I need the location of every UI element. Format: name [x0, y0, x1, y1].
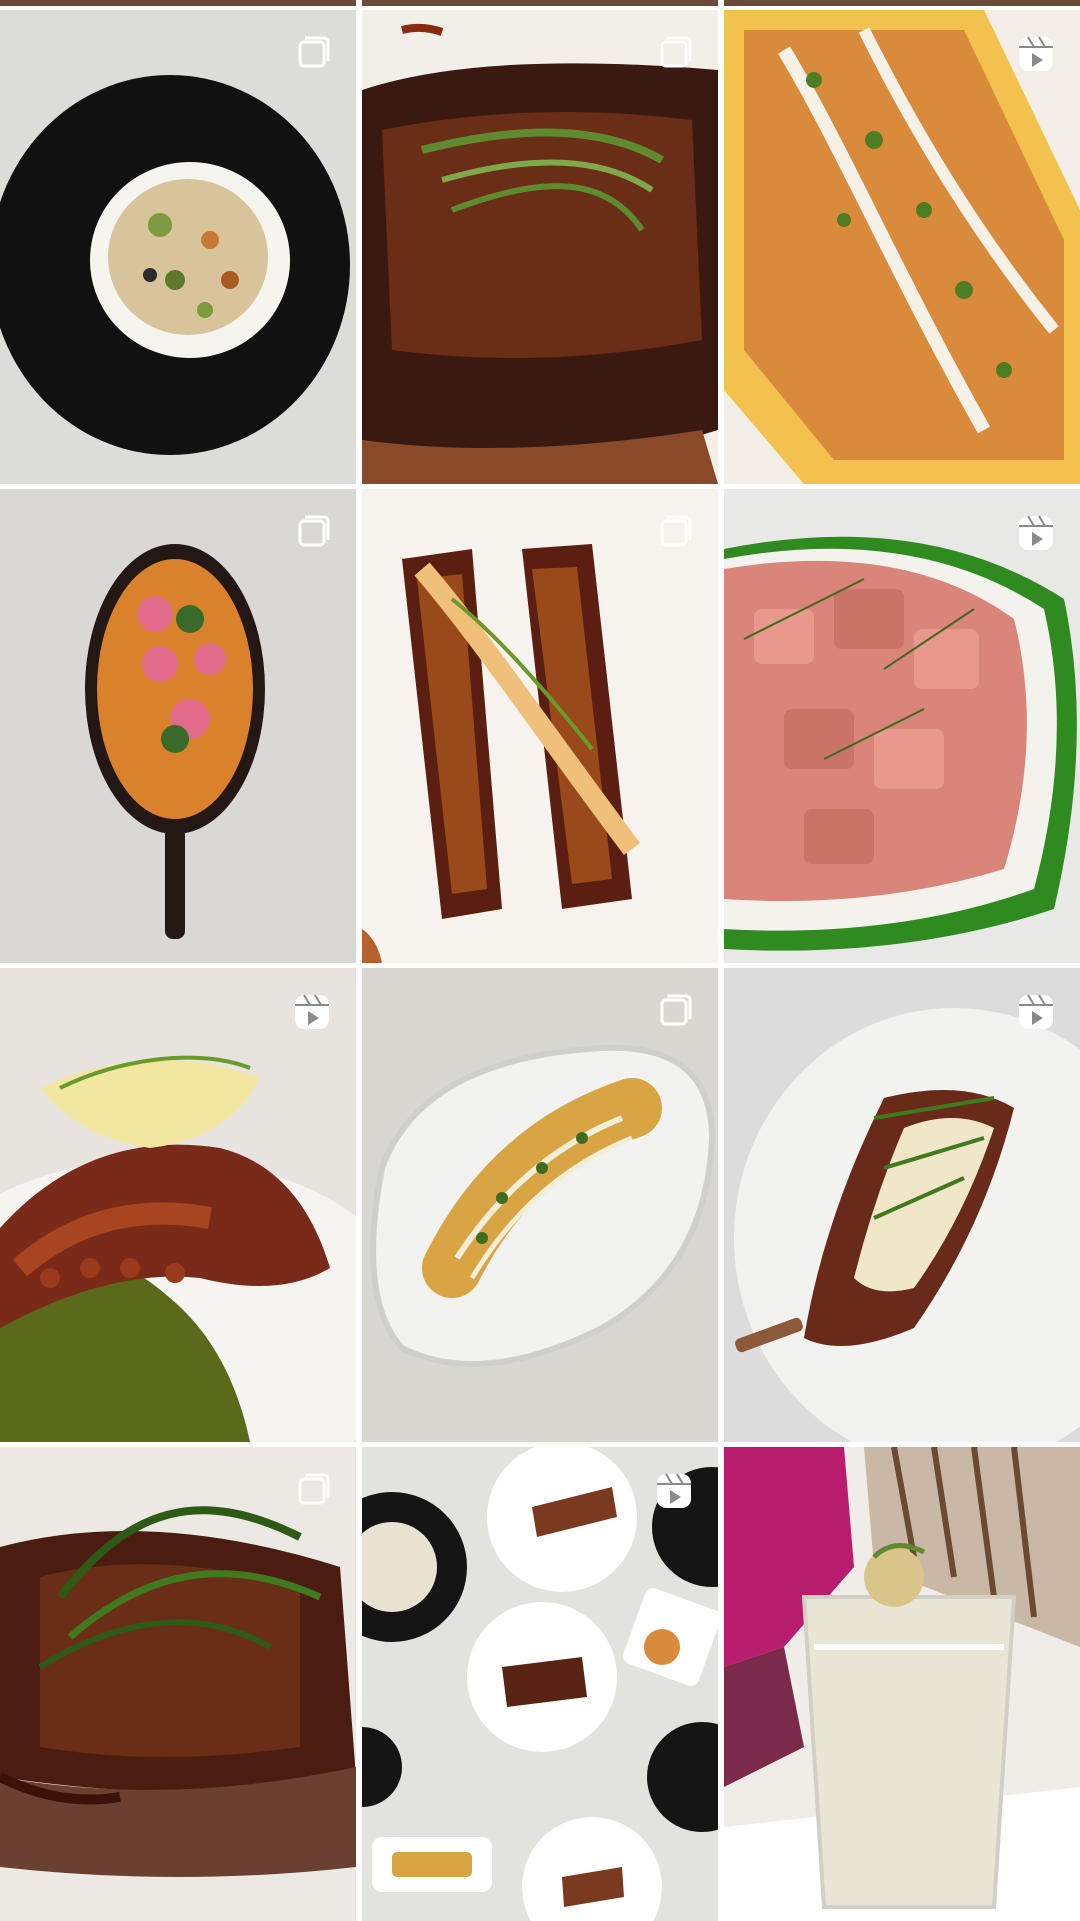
post-tile[interactable] [724, 489, 1080, 963]
multiple-posts-icon [290, 511, 334, 555]
multiple-posts-icon [652, 990, 696, 1034]
post-tile[interactable] [0, 1447, 356, 1921]
reels-play-icon [1014, 990, 1058, 1034]
previous-post-edge [724, 0, 1080, 6]
reels-play-icon [1014, 511, 1058, 555]
multiple-posts-icon [290, 32, 334, 76]
post-tile[interactable] [362, 968, 718, 1442]
multiple-posts-icon [290, 1469, 334, 1513]
previous-row-edge [0, 0, 1080, 6]
post-photo [362, 489, 718, 963]
post-photo [0, 10, 356, 484]
post-tile[interactable] [0, 489, 356, 963]
post-photo [724, 1447, 1080, 1921]
post-photo [724, 489, 1080, 963]
post-tile[interactable] [362, 1447, 718, 1921]
post-tile[interactable] [0, 968, 356, 1442]
post-tile[interactable] [362, 10, 718, 484]
multiple-posts-icon [652, 32, 696, 76]
reels-play-icon [1014, 32, 1058, 76]
multiple-posts-icon [652, 511, 696, 555]
reels-play-icon [652, 1469, 696, 1513]
previous-post-edge [362, 0, 718, 6]
post-photo [0, 489, 356, 963]
post-photo [0, 1447, 356, 1921]
posts-grid [0, 10, 1080, 1921]
post-photo [724, 968, 1080, 1442]
post-tile[interactable] [724, 1447, 1080, 1921]
post-tile[interactable] [0, 10, 356, 484]
post-tile[interactable] [362, 489, 718, 963]
post-photo [0, 968, 356, 1442]
reels-play-icon [290, 990, 334, 1034]
post-photo [362, 968, 718, 1442]
previous-post-edge [0, 0, 356, 6]
post-photo [724, 10, 1080, 484]
post-photo [362, 10, 718, 484]
post-tile[interactable] [724, 968, 1080, 1442]
post-photo [362, 1447, 718, 1921]
post-tile[interactable] [724, 10, 1080, 484]
